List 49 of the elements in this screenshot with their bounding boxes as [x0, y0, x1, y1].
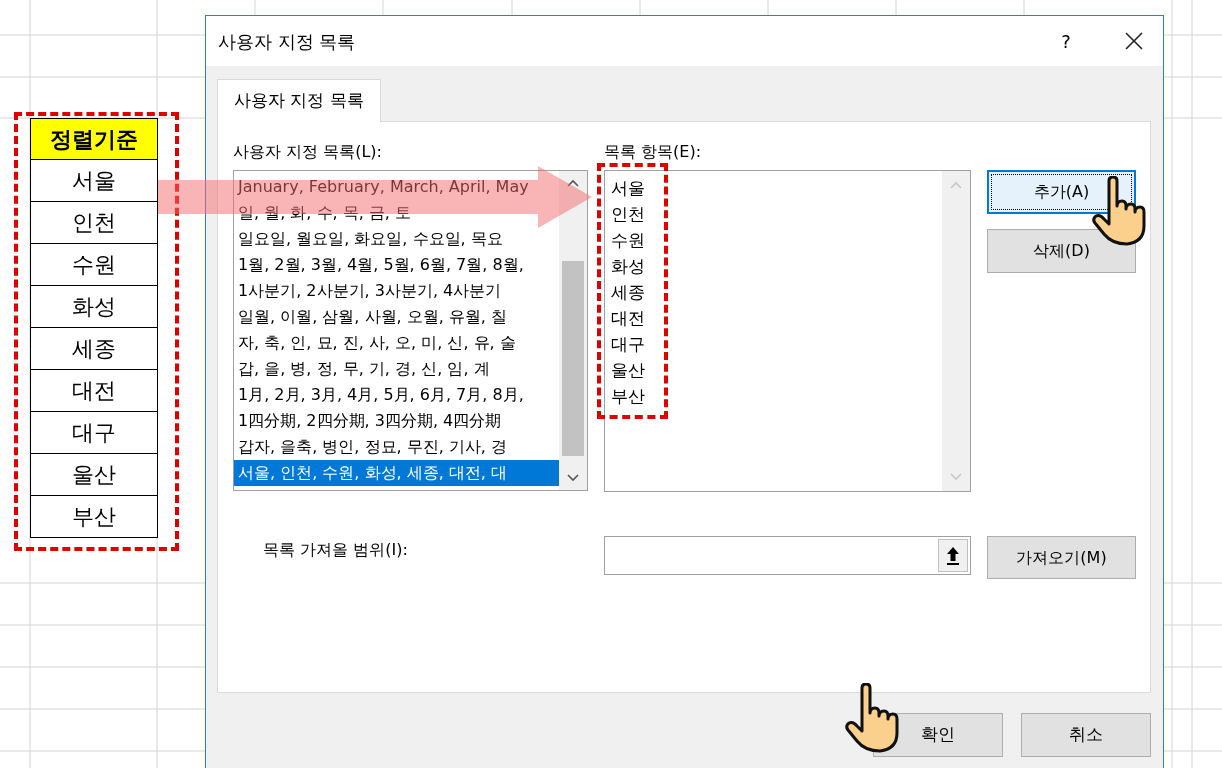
- entry-text: 세종: [611, 281, 646, 304]
- list-item[interactable]: 1월, 2월, 3월, 4월, 5월, 6월, 7월, 8월,: [234, 252, 559, 278]
- tab[interactable]: 사용자 지정 목록: [217, 79, 381, 122]
- list-item[interactable]: 1四分期, 2四分期, 3四分期, 4四分期: [234, 408, 559, 434]
- list-item[interactable]: January, February, March, April, May: [234, 174, 559, 200]
- table-cell: 대구: [30, 412, 158, 454]
- list-item[interactable]: 서울, 인천, 수원, 화성, 세종, 대전, 대: [234, 460, 559, 486]
- entry-text: 대구: [611, 333, 646, 356]
- import-button[interactable]: 가져오기(M): [987, 536, 1136, 579]
- import-range-field[interactable]: [604, 536, 971, 575]
- entry-text: 화성: [611, 255, 646, 278]
- table-cell: 화성: [30, 286, 158, 328]
- entry-text: 대전: [611, 307, 646, 330]
- entry-text: 서울: [611, 177, 646, 200]
- table-cell: 세종: [30, 328, 158, 370]
- add-button[interactable]: 추가(A): [987, 170, 1136, 214]
- entry-text: 인천: [611, 203, 646, 226]
- window-title: 사용자 지정 목록: [218, 29, 356, 54]
- list-item[interactable]: 1사분기, 2사분기, 3사분기, 4사분기: [234, 278, 559, 304]
- list-item[interactable]: 자, 축, 인, 묘, 진, 사, 오, 미, 신, 유, 술: [234, 330, 559, 356]
- upload-arrow-icon: [946, 545, 960, 566]
- scroll-up-icon[interactable]: [567, 179, 579, 187]
- header-cell: 정렬기준: [30, 118, 158, 160]
- entry-text: 부산: [611, 385, 646, 408]
- lists-label: 사용자 지정 목록(L):: [233, 142, 383, 163]
- list-item[interactable]: 갑, 을, 병, 정, 무, 기, 경, 신, 임, 계: [234, 356, 559, 382]
- scroll-thumb[interactable]: [562, 261, 584, 456]
- table-cell: 서울: [30, 160, 158, 202]
- list-item[interactable]: 일월, 이월, 삼월, 사월, 오월, 유월, 칠: [234, 304, 559, 330]
- entry-text: 울산: [611, 359, 646, 382]
- table-cell: 대전: [30, 370, 158, 412]
- import-range-label: 목록 가져올 범위(I):: [262, 539, 409, 561]
- entries-label: 목록 항목(E):: [604, 142, 703, 163]
- entry-text: 수원: [611, 229, 646, 252]
- list-item[interactable]: 일요일, 월요일, 화요일, 수요일, 목요: [234, 226, 559, 252]
- table-cell: 부산: [30, 496, 158, 538]
- table-cell: 수원: [30, 244, 158, 286]
- list-item[interactable]: 갑자, 을축, 병인, 정묘, 무진, 기사, 경: [234, 434, 559, 460]
- scroll-down-icon[interactable]: [567, 474, 579, 482]
- help-button[interactable]: ?: [1051, 27, 1081, 55]
- table-cell: 인천: [30, 202, 158, 244]
- table-cell: 울산: [30, 454, 158, 496]
- list-item[interactable]: 1月, 2月, 3月, 4月, 5月, 6月, 7月, 8月,: [234, 382, 559, 408]
- lists-listbox[interactable]: [233, 170, 588, 491]
- scrollbar[interactable]: [559, 171, 587, 490]
- close-icon[interactable]: [1125, 32, 1143, 50]
- collapse-button[interactable]: [938, 539, 968, 572]
- list-item[interactable]: 일, 월, 화, 수, 목, 금, 토: [234, 200, 559, 226]
- cancel-button[interactable]: 취소: [1021, 713, 1151, 757]
